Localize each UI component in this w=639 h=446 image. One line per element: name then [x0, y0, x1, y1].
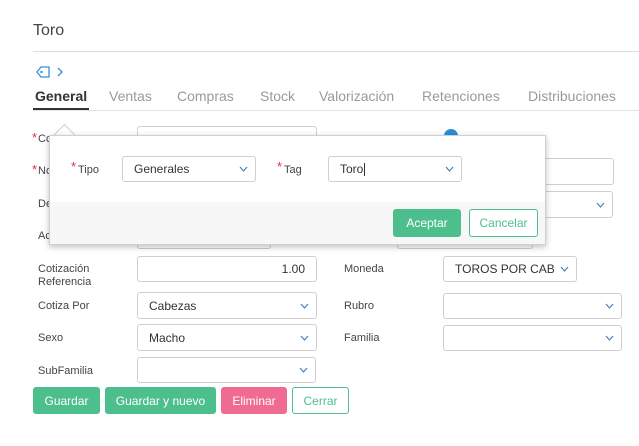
- tipo-select[interactable]: Generales: [122, 156, 256, 182]
- rubro-select[interactable]: [443, 293, 622, 319]
- sexo-label: Sexo: [38, 332, 64, 344]
- eliminar-button[interactable]: Eliminar: [221, 387, 287, 414]
- nombre-input[interactable]: [545, 158, 614, 185]
- tab-valorizacion[interactable]: Valorización: [319, 88, 394, 104]
- moneda-label: Moneda: [344, 263, 384, 275]
- moneda-value: TOROS POR CAB: [455, 262, 555, 276]
- tipo-value: Generales: [134, 162, 190, 176]
- cotizacion-label: Cotización Referencia: [38, 263, 92, 288]
- required-marker: *: [277, 159, 283, 174]
- chevron-down-icon: [300, 335, 309, 341]
- sexo-value: Macho: [149, 330, 186, 345]
- tipo-label: Tipo: [78, 164, 99, 176]
- tab-stock[interactable]: Stock: [260, 88, 295, 104]
- cotizacion-value: 1.00: [281, 262, 305, 276]
- guardar-button[interactable]: Guardar: [33, 387, 100, 414]
- title-divider: [33, 51, 639, 52]
- tag-icon[interactable]: [35, 65, 51, 79]
- guardar-y-nuevo-button[interactable]: Guardar y nuevo: [105, 387, 216, 414]
- tab-compras[interactable]: Compras: [177, 88, 234, 104]
- required-marker: *: [32, 130, 38, 145]
- moneda-select[interactable]: TOROS POR CAB: [443, 256, 577, 282]
- page-title: Toro: [33, 22, 65, 39]
- chevron-down-icon: [239, 166, 248, 172]
- cerrar-button[interactable]: Cerrar: [292, 387, 349, 414]
- cotiza-por-label: Cotiza Por: [38, 300, 90, 312]
- tab-ventas[interactable]: Ventas: [109, 88, 152, 104]
- chevron-down-icon: [300, 303, 309, 309]
- chevron-right-icon[interactable]: [56, 65, 64, 79]
- cotiza-por-value: Cabezas: [149, 298, 197, 313]
- aceptar-button[interactable]: Aceptar: [393, 209, 461, 237]
- chevron-down-icon: [605, 303, 614, 309]
- tag-label: Tag: [284, 164, 302, 176]
- required-marker: *: [71, 159, 77, 174]
- tabs-divider: [33, 110, 639, 111]
- chevron-down-icon: [560, 266, 569, 272]
- chevron-down-icon: [299, 367, 308, 373]
- cotizacion-input[interactable]: 1.00: [137, 256, 317, 282]
- chevron-down-icon: [445, 166, 454, 172]
- tag-value: Toro: [340, 162, 364, 176]
- cotiza-por-select[interactable]: Cabezas: [137, 292, 317, 319]
- tab-retenciones[interactable]: Retenciones: [422, 88, 500, 104]
- rubro-label: Rubro: [344, 300, 374, 312]
- cancelar-button[interactable]: Cancelar: [469, 209, 538, 237]
- active-tab-indicator: [33, 108, 89, 110]
- familia-label: Familia: [344, 332, 380, 344]
- sexo-select[interactable]: Macho: [137, 324, 317, 351]
- descripcion-select[interactable]: [545, 191, 613, 218]
- tab-distribuciones[interactable]: Distribuciones: [528, 88, 616, 104]
- required-marker: *: [32, 162, 38, 177]
- subfamilia-label: SubFamilia: [38, 365, 94, 377]
- text-cursor: [364, 162, 366, 176]
- chevron-down-icon: [605, 335, 614, 341]
- tag-select[interactable]: Toro: [328, 156, 462, 182]
- tab-general[interactable]: General: [35, 88, 87, 104]
- subfamilia-select[interactable]: [137, 357, 316, 383]
- familia-select[interactable]: [443, 325, 622, 351]
- chevron-down-icon: [596, 202, 605, 208]
- tag-popup: * Tipo Generales * Tag Toro Aceptar Canc…: [49, 135, 546, 245]
